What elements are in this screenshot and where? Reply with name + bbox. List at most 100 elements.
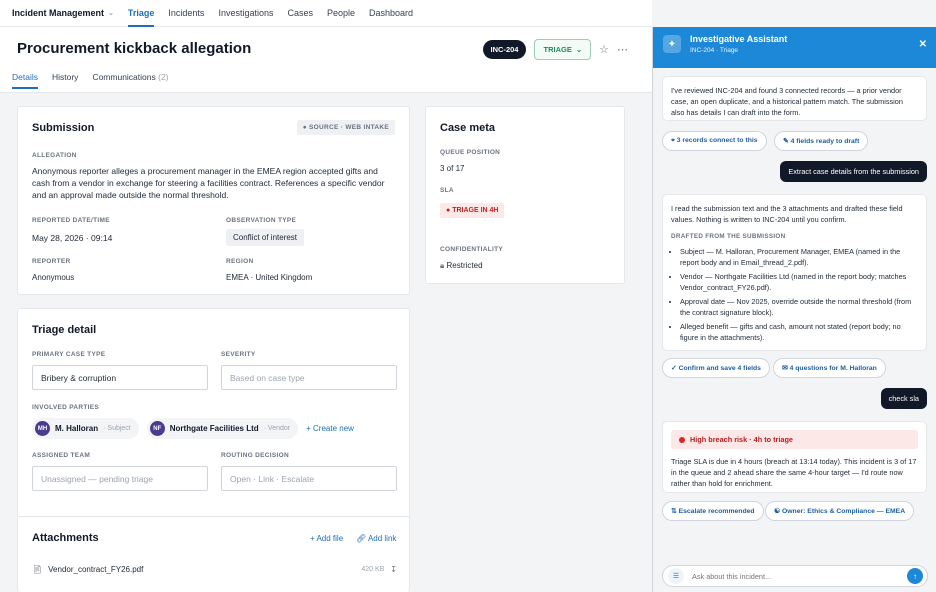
user-message: check sla <box>880 388 927 409</box>
fields-chip[interactable]: ✎ 4 fields ready to draft <box>774 131 869 151</box>
assistant-title: Investigative Assistant <box>690 34 788 44</box>
avatar: MH <box>35 421 50 436</box>
triage-title: Triage detail <box>32 324 97 336</box>
more-icon[interactable]: ⋯ <box>617 43 628 56</box>
attachment-row[interactable]: 📄︎ Vendor_contract_FY26.pdf 420 KB ↧ <box>32 565 397 574</box>
assistant-message: I read the submission text and the 3 att… <box>662 194 927 351</box>
party-name: Northgate Facilities Ltd <box>169 424 259 433</box>
alert-icon <box>679 436 685 443</box>
allegation-text: Anonymous reporter alleges a procurement… <box>32 166 385 200</box>
party-chip[interactable]: NF Northgate Facilities Ltd · Vendor <box>146 418 299 439</box>
assistant-message: I've reviewed INC-204 and found 3 connec… <box>662 76 927 121</box>
region-label: REGION <box>226 258 254 265</box>
routing-label: ROUTING DECISION <box>221 452 289 459</box>
lock-icon: 🔒︎ <box>440 261 445 270</box>
source-badge: ● SOURCE · WEB INTAKE <box>296 120 395 135</box>
severity-field[interactable]: Based on case type <box>221 365 397 390</box>
nav-item-cases[interactable]: Cases <box>287 0 313 27</box>
link-icon: 🔗︎ <box>356 534 367 543</box>
tab-details[interactable]: Details <box>12 72 38 89</box>
send-icon[interactable]: ↑ <box>907 568 923 584</box>
tab-communications-count: (2) <box>158 72 169 82</box>
confidentiality-text: Restricted <box>446 261 483 270</box>
sla-badge: ● TRIAGE IN 4H <box>440 203 505 218</box>
message-text: Triage SLA is due in 4 hours (breach at … <box>671 457 917 488</box>
case-meta-title: Case meta <box>440 122 496 134</box>
brand-menu[interactable]: Incident Management ⌄ <box>12 8 114 18</box>
page-header: Procurement kickback allegation INC-204 … <box>0 27 652 93</box>
severity-label: SEVERITY <box>221 351 256 358</box>
queue-value: 3 of 17 <box>440 164 465 173</box>
create-new-party-link[interactable]: + Create new <box>306 424 354 433</box>
queue-label: QUEUE POSITION <box>440 149 501 156</box>
routing-field[interactable]: Open · Link · Escalate <box>221 466 397 491</box>
list-icon[interactable]: ☰ <box>668 568 684 584</box>
observation-label: OBSERVATION TYPE <box>226 217 297 224</box>
chevron-down-icon: ⌄ <box>108 10 114 17</box>
reported-label: REPORTED DATE/TIME <box>32 217 110 224</box>
main-content: Procurement kickback allegation INC-204 … <box>0 27 652 592</box>
owner-chip[interactable]: ☯ Owner: Ethics & Compliance — EMEA <box>765 501 915 521</box>
add-file-link[interactable]: + Add file <box>310 534 343 543</box>
assistant-header: ✦ Investigative Assistant INC-204 · Tria… <box>653 27 936 68</box>
drafted-list: Subject — M. Halloran, Procurement Manag… <box>671 246 918 343</box>
close-icon[interactable]: ✕ <box>919 39 927 50</box>
download-icon[interactable]: ↧ <box>390 565 397 574</box>
link-icon: ⌖ <box>671 137 675 144</box>
confirm-save-chip[interactable]: ✓ Confirm and save 4 fields <box>662 358 770 378</box>
attachment-size: 420 KB <box>361 566 385 573</box>
add-link-link[interactable]: 🔗︎ Add link <box>356 534 396 543</box>
top-nav: Incident Management ⌄ Triage Incidents I… <box>0 0 652 27</box>
case-type-label: PRIMARY CASE TYPE <box>32 351 106 358</box>
composer-input[interactable] <box>692 571 907 581</box>
team-label: ASSIGNED TEAM <box>32 452 91 459</box>
escalate-chip[interactable]: ⇅ Escalate recommended <box>662 501 764 521</box>
nav-item-people[interactable]: People <box>327 0 355 27</box>
risk-banner: High breach risk · 4h to triage <box>671 430 918 449</box>
attachments-card: Attachments + Add file 🔗︎ Add link 📄︎ Ve… <box>17 516 410 592</box>
nav-item-dashboard[interactable]: Dashboard <box>369 0 413 27</box>
records-chip[interactable]: ⌖ 3 records connect to this <box>662 131 767 151</box>
sparkle-icon: ✦ <box>663 35 681 53</box>
list-item: Approval date — Nov 2025, override outsi… <box>680 296 918 318</box>
branch-icon: ⇅ <box>671 508 677 515</box>
avatar: NF <box>149 421 165 436</box>
risk-label: High breach risk · 4h to triage <box>690 435 793 444</box>
owner-label: Owner: Ethics & Compliance — EMEA <box>781 508 906 515</box>
brand-label: Incident Management <box>12 8 105 18</box>
party-role: · Vendor <box>263 425 291 432</box>
triage-detail-card: Triage detail PRIMARY CASE TYPE Bribery … <box>17 308 410 531</box>
status-dropdown[interactable]: TRIAGE ⌄ <box>534 39 592 60</box>
tab-communications[interactable]: Communications (2) <box>92 72 168 89</box>
allegation-label: ALLEGATION <box>32 152 77 159</box>
attachments-title: Attachments <box>32 532 99 544</box>
tab-history[interactable]: History <box>52 72 78 89</box>
party-name: M. Halloran <box>55 424 99 433</box>
parties-label: INVOLVED PARTIES <box>32 404 100 411</box>
tab-bar: Details History Communications (2) <box>12 72 169 89</box>
questions-chip[interactable]: ✉ 4 questions for M. Halloran <box>773 358 886 378</box>
party-chip[interactable]: MH M. Halloran · Subject <box>32 418 139 439</box>
parties-row: MH M. Halloran · Subject NF Northgate Fa… <box>32 418 354 439</box>
assistant-panel: ✦ Investigative Assistant INC-204 · Tria… <box>652 27 936 592</box>
team-field[interactable]: Unassigned — pending triage <box>32 466 208 491</box>
submission-card: Submission ● SOURCE · WEB INTAKE ALLEGAT… <box>17 106 410 295</box>
case-type-field[interactable]: Bribery & corruption <box>32 365 208 390</box>
party-role: · Subject <box>103 425 131 432</box>
nav-item-investigations[interactable]: Investigations <box>218 0 273 27</box>
reporter-label: REPORTER <box>32 258 71 265</box>
composer: ☰ ↑ <box>662 565 928 587</box>
reporter-value: Anonymous <box>32 273 75 282</box>
add-link-label: Add link <box>367 534 397 543</box>
tab-communications-label: Communications <box>92 72 156 82</box>
list-item: Subject — M. Halloran, Procurement Manag… <box>680 246 918 268</box>
user-message: Extract case details from the submission <box>780 161 927 182</box>
users-icon: ☯ <box>774 508 781 515</box>
pencil-icon: ✎ <box>783 138 789 145</box>
fields-chip-label: 4 fields ready to draft <box>790 138 860 145</box>
assistant-message: High breach risk · 4h to triage Triage S… <box>662 421 927 493</box>
nav-item-triage[interactable]: Triage <box>127 0 155 27</box>
star-icon[interactable]: ☆ <box>599 43 609 56</box>
nav-item-incidents[interactable]: Incidents <box>168 0 204 27</box>
observation-tag: Conflict of interest <box>226 229 305 246</box>
